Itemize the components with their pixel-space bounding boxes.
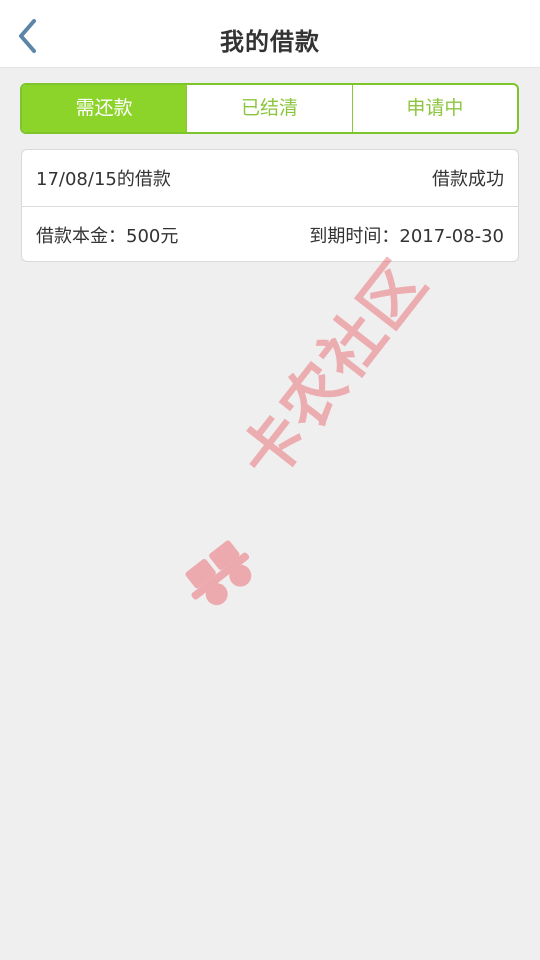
- tab-to-repay[interactable]: 需还款: [22, 85, 187, 132]
- loan-status-tabs: 需还款 已结清 申请中: [20, 83, 519, 134]
- loan-date-title: 17/08/15的借款: [36, 169, 171, 190]
- nav-bar: 我的借款: [0, 0, 540, 68]
- page-title: 我的借款: [220, 28, 320, 56]
- loan-status-label: 借款成功: [432, 169, 504, 190]
- loan-card-header: 17/08/15的借款 借款成功: [22, 150, 518, 206]
- tab-settled[interactable]: 已结清: [186, 85, 351, 132]
- loan-principal: 借款本金：500元: [36, 225, 179, 247]
- loan-due-date: 到期时间：2017-08-30: [309, 225, 504, 247]
- tab-applying[interactable]: 申请中: [351, 85, 517, 132]
- loan-card-details: 借款本金：500元 到期时间：2017-08-30: [22, 206, 518, 262]
- loan-card[interactable]: 17/08/15的借款 借款成功 借款本金：500元 到期时间：2017-08-…: [21, 149, 519, 262]
